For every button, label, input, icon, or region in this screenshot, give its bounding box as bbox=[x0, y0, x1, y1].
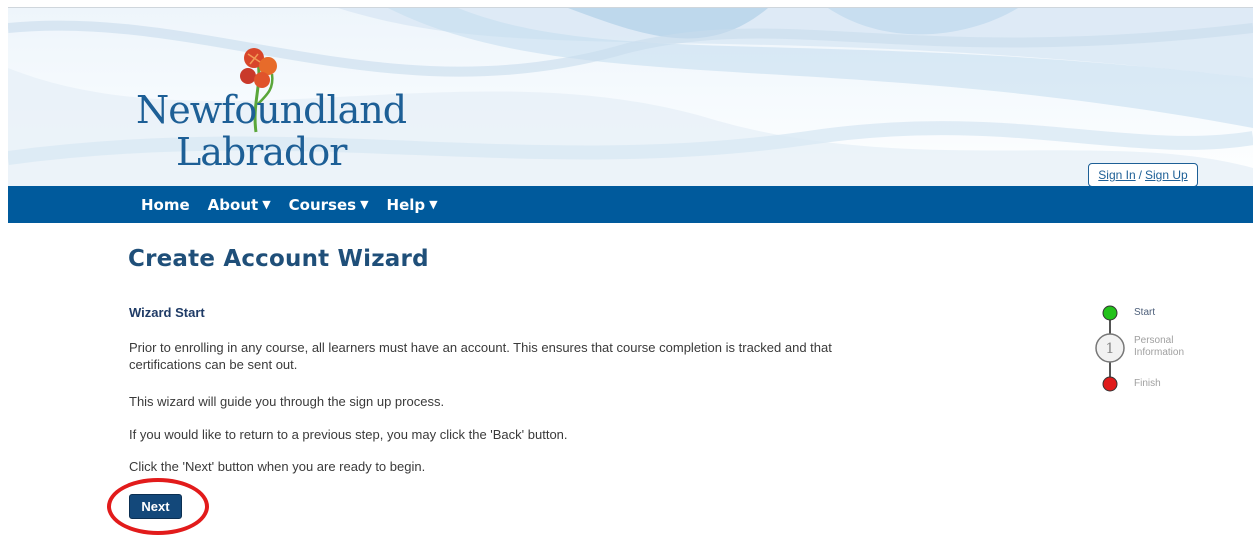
nav-item-label: About bbox=[207, 195, 259, 214]
wizard-step-heading: Wizard Start bbox=[129, 305, 205, 320]
auth-separator: / bbox=[1138, 168, 1142, 182]
newfoundland-labrador-logo[interactable]: Newfoundland Labrador bbox=[128, 44, 407, 174]
caret-down-icon: ▼ bbox=[429, 198, 438, 211]
step-number: 1 bbox=[1106, 341, 1115, 357]
site-header: Newfoundland Labrador bbox=[8, 8, 1253, 186]
page-title: Create Account Wizard bbox=[128, 246, 429, 272]
nav-item-label: Courses bbox=[288, 195, 357, 214]
step-finish-dot bbox=[1102, 376, 1118, 392]
next-button-highlight-circle bbox=[107, 478, 209, 535]
step-label-personal-information: Personal Information bbox=[1134, 335, 1185, 358]
step-personal-info-circle: 1 bbox=[1095, 333, 1125, 363]
nav-item-help[interactable]: Help ▼ bbox=[387, 196, 438, 214]
nav-item-courses[interactable]: Courses ▼ bbox=[289, 196, 369, 214]
sign-up-link[interactable]: Sign Up bbox=[1145, 168, 1188, 182]
step-label-start: Start bbox=[1134, 307, 1156, 318]
nav-item-label: Help bbox=[386, 195, 426, 214]
main-nav: Home About ▼ Courses ▼ Help ▼ bbox=[8, 186, 1253, 223]
caret-down-icon: ▼ bbox=[360, 198, 369, 211]
wizard-paragraph-guide: This wizard will guide you through the s… bbox=[129, 394, 445, 409]
wizard-paragraph-intro: Prior to enrolling in any course, all le… bbox=[129, 340, 832, 372]
wizard-paragraph-next: Click the 'Next' button when you are rea… bbox=[129, 459, 426, 474]
wizard-paragraph-back: If you would like to return to a previou… bbox=[129, 427, 568, 442]
caret-down-icon: ▼ bbox=[262, 198, 271, 211]
auth-links-box: Sign In / Sign Up bbox=[1088, 163, 1198, 187]
step-start-dot bbox=[1102, 305, 1118, 321]
nav-item-about[interactable]: About ▼ bbox=[208, 196, 271, 214]
wizard-progress-steps: 1 Start Personal Information Finish bbox=[1094, 302, 1204, 402]
logo-text-line1: Newfoundland bbox=[136, 88, 407, 132]
step-label-finish: Finish bbox=[1134, 378, 1161, 389]
logo-text-line2: Labrador bbox=[176, 130, 347, 174]
sign-in-link[interactable]: Sign In bbox=[1098, 168, 1135, 182]
nav-item-home[interactable]: Home bbox=[141, 196, 190, 214]
nav-item-label: Home bbox=[141, 195, 190, 214]
